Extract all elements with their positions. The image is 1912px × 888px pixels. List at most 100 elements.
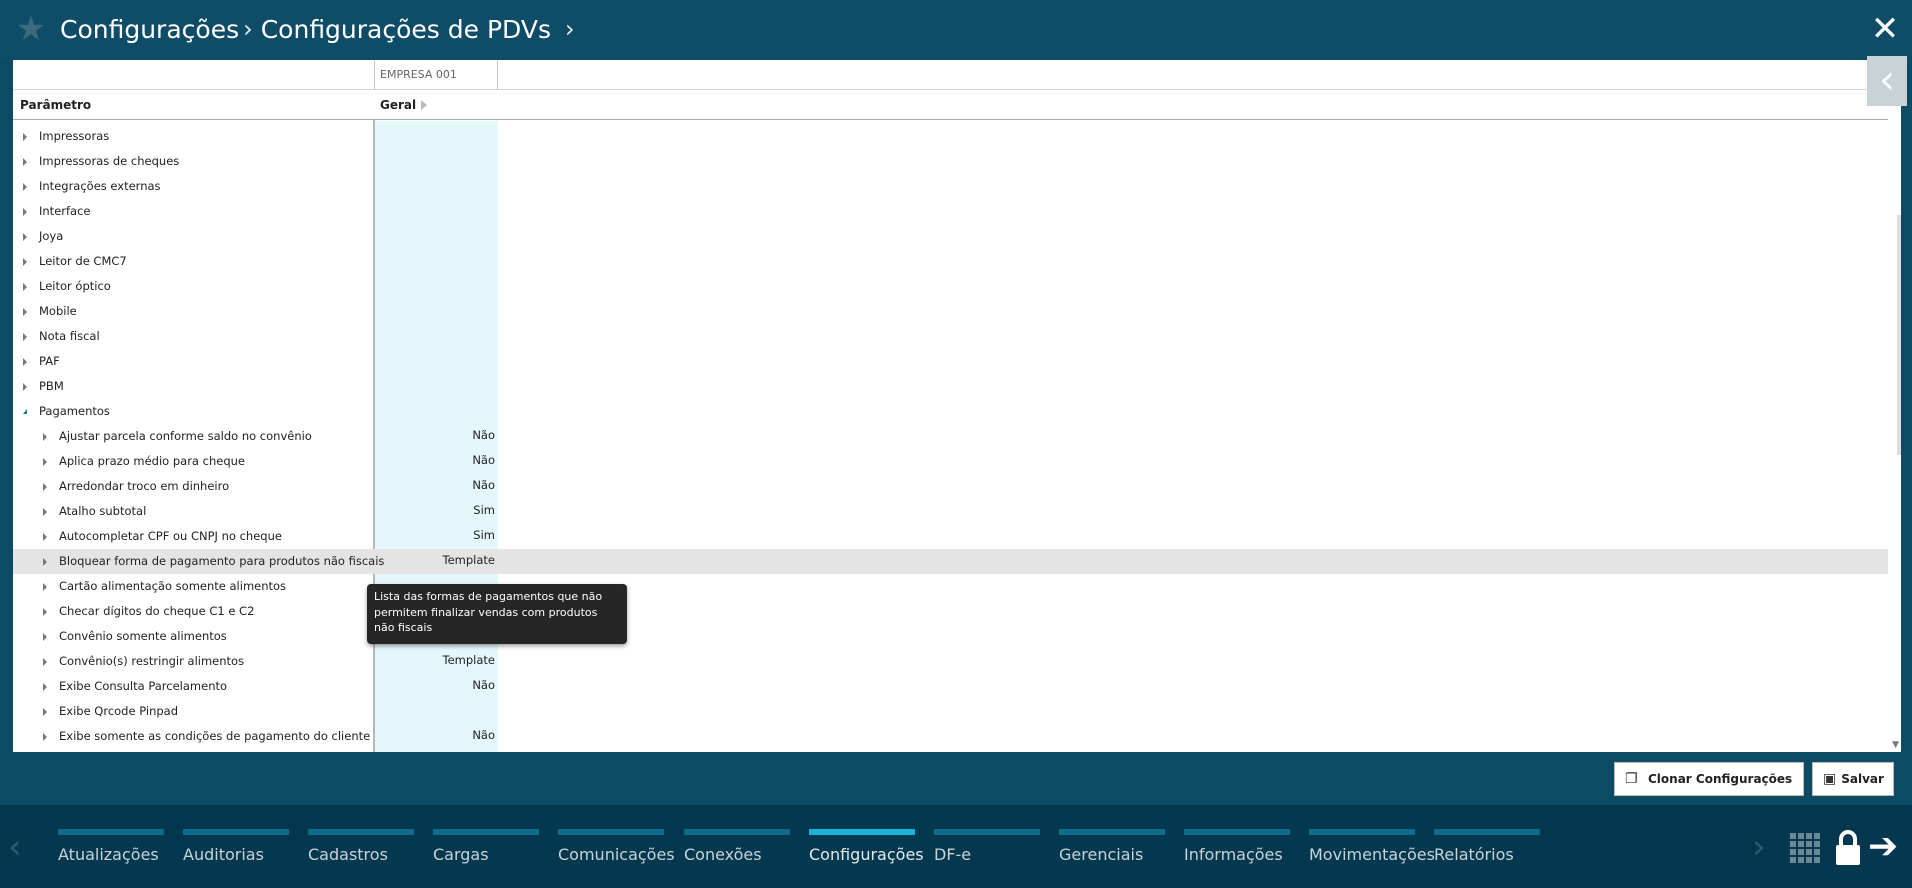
row-value[interactable]: Sim — [473, 503, 495, 517]
row-label: Ajustar parcela conforme saldo no convên… — [59, 429, 312, 443]
lock-icon[interactable] — [1834, 829, 1862, 867]
chevron-right-icon[interactable]: › — [565, 15, 575, 43]
expand-arrow-icon[interactable] — [43, 458, 47, 466]
expanded-arrow-icon[interactable] — [23, 409, 27, 414]
scrollbar[interactable] — [1897, 215, 1901, 455]
tree-param-row[interactable]: Exibe Consulta Parcelamento Não — [13, 674, 1888, 699]
close-icon[interactable]: ✕ — [1868, 12, 1902, 46]
sort-arrow-icon[interactable] — [421, 100, 427, 110]
row-value[interactable]: Não — [472, 453, 495, 467]
expand-arrow-icon[interactable] — [43, 658, 47, 666]
collapse-left-icon[interactable]: ‹ — [1867, 56, 1907, 106]
tree-group-row[interactable]: Impressoras de cheques — [13, 149, 1888, 174]
tree-group-row[interactable]: Nota fiscal — [13, 324, 1888, 349]
expand-arrow-icon[interactable] — [43, 583, 47, 591]
scroll-down-arrow-icon[interactable]: ▼ — [1892, 740, 1899, 750]
arrow-right-icon[interactable]: ➔ — [1868, 829, 1904, 865]
expand-arrow-icon[interactable] — [43, 433, 47, 441]
expand-arrow-icon[interactable] — [23, 333, 27, 341]
nav-next-icon[interactable]: › — [1752, 827, 1766, 867]
breadcrumb-item-configuracoes[interactable]: Configurações — [60, 15, 239, 44]
expand-arrow-icon[interactable] — [23, 258, 27, 266]
nav-prev-icon[interactable]: ‹ — [8, 827, 22, 867]
nav-tab[interactable]: Comunicações — [558, 829, 675, 879]
tree-param-row[interactable]: Aplica prazo médio para cheque Não — [13, 449, 1888, 474]
row-value[interactable]: Não — [472, 428, 495, 442]
nav-tab-label: Configurações — [809, 845, 924, 864]
expand-arrow-icon[interactable] — [43, 683, 47, 691]
tree-group-row[interactable]: Leitor de CMC7 — [13, 249, 1888, 274]
nav-tab[interactable]: Conexões — [684, 829, 790, 879]
expand-arrow-icon[interactable] — [43, 708, 47, 716]
tree-group-row[interactable]: Integrações externas — [13, 174, 1888, 199]
expand-arrow-icon[interactable] — [43, 733, 47, 741]
tree-group-row[interactable]: Joya — [13, 224, 1888, 249]
expand-arrow-icon[interactable] — [23, 133, 27, 141]
row-label: Exibe somente as condições de pagamento … — [59, 729, 371, 743]
column-header-row: Parâmetro Geral — [13, 90, 1888, 120]
tree-param-row[interactable]: Atalho subtotal Sim — [13, 499, 1888, 524]
row-value[interactable]: Não — [472, 478, 495, 492]
geral-column-header[interactable]: Geral — [380, 98, 416, 112]
expand-arrow-icon[interactable] — [43, 633, 47, 641]
row-value[interactable]: Template — [443, 553, 495, 567]
tree-param-row[interactable]: Autocompletar CPF ou CNPJ no cheque Sim — [13, 524, 1888, 549]
nav-tab[interactable]: Informações — [1184, 829, 1290, 879]
nav-tab[interactable]: Auditorias — [183, 829, 289, 879]
tree-group-row[interactable]: Interface — [13, 199, 1888, 224]
expand-arrow-icon[interactable] — [23, 283, 27, 291]
row-value[interactable]: Template — [443, 653, 495, 667]
nav-tab[interactable]: Configurações — [809, 829, 924, 879]
expand-arrow-icon[interactable] — [23, 358, 27, 366]
row-label: Leitor de CMC7 — [39, 254, 127, 268]
expand-arrow-icon[interactable] — [23, 158, 27, 166]
nav-tab[interactable]: Gerenciais — [1059, 829, 1165, 879]
star-icon[interactable]: ★ — [12, 10, 50, 48]
nav-tab[interactable]: Cadastros — [308, 829, 414, 879]
tree-param-row[interactable]: Convênio(s) restringir alimentos Template — [13, 649, 1888, 674]
tree-param-row[interactable]: Bloquear forma de pagamento para produto… — [13, 549, 1888, 574]
grid-icon[interactable] — [1790, 833, 1820, 863]
nav-tab[interactable]: Atualizações — [58, 829, 164, 879]
tree-param-row[interactable]: Checar dígitos do cheque C1 e C2 — [13, 599, 1888, 624]
nav-tab-label: Relatórios — [1434, 845, 1514, 864]
expand-arrow-icon[interactable] — [23, 208, 27, 216]
expand-arrow-icon[interactable] — [43, 608, 47, 616]
expand-arrow-icon[interactable] — [43, 508, 47, 516]
tree-group-row[interactable]: Impressoras — [13, 124, 1888, 149]
tree-group-row[interactable]: PBM — [13, 374, 1888, 399]
tree-param-row[interactable]: Exibe somente as condições de pagamento … — [13, 724, 1888, 749]
row-value[interactable]: Sim — [473, 528, 495, 542]
tree-param-row[interactable]: Convênio somente alimentosNão — [13, 624, 1888, 649]
breadcrumb-item-pdv-config[interactable]: Configurações de PDVs — [261, 15, 551, 44]
row-value[interactable]: Não — [472, 678, 495, 692]
expand-arrow-icon[interactable] — [23, 308, 27, 316]
tree-group-row[interactable]: Mobile — [13, 299, 1888, 324]
nav-tab-label: Comunicações — [558, 845, 675, 864]
nav-tab[interactable]: Movimentações — [1309, 829, 1435, 879]
row-label: Convênio somente alimentos — [59, 629, 227, 643]
row-label: Cartão alimentação somente alimentos — [59, 579, 287, 593]
expand-arrow-icon[interactable] — [23, 383, 27, 391]
nav-tab[interactable]: Cargas — [433, 829, 539, 879]
expand-arrow-icon[interactable] — [23, 233, 27, 241]
tree-param-row[interactable]: Ajustar parcela conforme saldo no convên… — [13, 424, 1888, 449]
expand-arrow-icon[interactable] — [23, 183, 27, 191]
expand-arrow-icon[interactable] — [43, 483, 47, 491]
row-value[interactable]: Não — [472, 728, 495, 742]
tree-group-row[interactable]: PAF — [13, 349, 1888, 374]
expand-arrow-icon[interactable] — [43, 533, 47, 541]
save-button[interactable]: ▣ Salvar — [1812, 762, 1894, 796]
nav-tab[interactable]: DF-e — [934, 829, 1040, 879]
app-header: ★ Configurações › Configurações de PDVs … — [0, 0, 1912, 60]
expand-arrow-icon[interactable] — [43, 558, 47, 566]
nav-tab-bar — [1184, 829, 1290, 835]
nav-tab[interactable]: Relatórios — [1434, 829, 1540, 879]
tree-param-row[interactable]: Arredondar troco em dinheiro Não — [13, 474, 1888, 499]
tree-param-row[interactable]: Exibe Qrcode Pinpad — [13, 699, 1888, 724]
tree-param-row[interactable]: Cartão alimentação somente alimentos — [13, 574, 1888, 599]
parameter-column-header[interactable]: Parâmetro — [20, 98, 91, 112]
tree-group-row[interactable]: Leitor óptico — [13, 274, 1888, 299]
tree-group-row[interactable]: Pagamentos — [13, 399, 1888, 424]
clone-config-button[interactable]: ❐ Clonar Configurações — [1614, 762, 1804, 796]
